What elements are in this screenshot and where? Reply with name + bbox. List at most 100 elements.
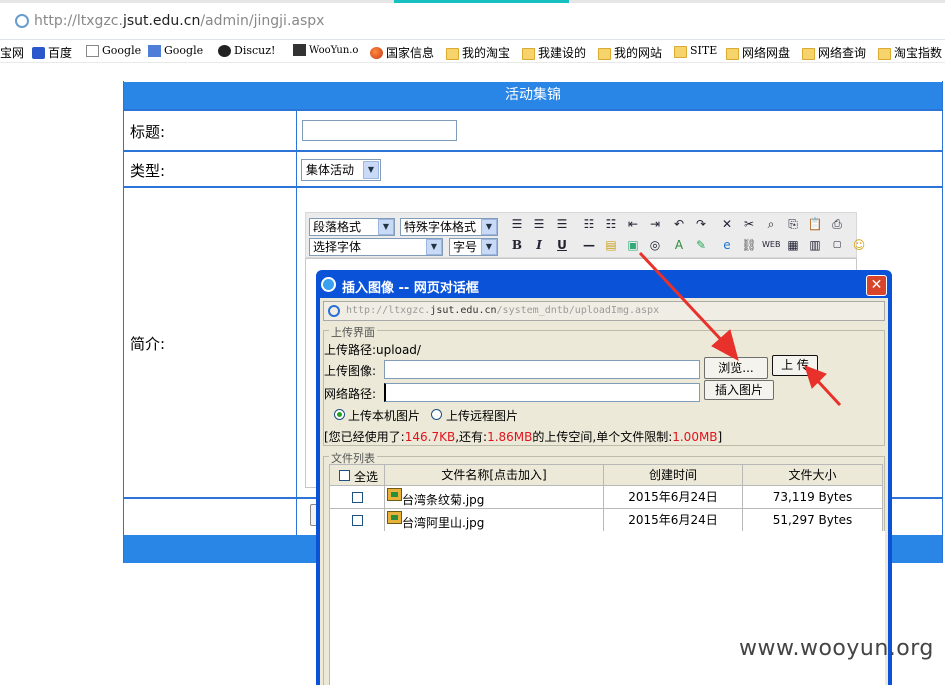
file-date-cell: 2015年6月24日	[603, 508, 743, 532]
redo-icon[interactable]: ↷	[692, 215, 710, 233]
indent-icon[interactable]: ⇥	[646, 215, 664, 233]
ie-icon	[328, 305, 340, 317]
xhtml-icon[interactable]: ▢	[828, 236, 846, 254]
folder-icon	[446, 47, 459, 60]
globe-icon	[370, 46, 383, 59]
dialog-titlebar[interactable]: 插入图像 -- 网页对话框 ✕	[316, 270, 892, 298]
form-icon[interactable]: ▥	[806, 236, 824, 254]
delete-icon[interactable]: ✕	[718, 215, 736, 233]
bookmark-item[interactable]: Discuz!	[218, 44, 275, 57]
folder-icon	[598, 47, 611, 60]
link-icon[interactable]: ⛓	[740, 236, 758, 254]
select-all-checkbox[interactable]	[339, 470, 350, 481]
ie-icon	[321, 277, 336, 292]
bookmarks-bar: 宝网 百度 Google Google Discuz! WooYun.o 国家信…	[0, 41, 945, 63]
smiley-icon[interactable]: ☺	[850, 236, 868, 254]
table-row	[329, 508, 385, 532]
chevron-down-icon: ▼	[481, 219, 497, 235]
insert-image-dialog: 插入图像 -- 网页对话框 ✕ http://ltxgzc.jsut.edu.c…	[316, 270, 892, 685]
bookmark-item[interactable]: 网络网盘	[726, 44, 790, 61]
browse-button[interactable]: 浏览...	[704, 357, 768, 379]
underline-button[interactable]: U	[553, 236, 571, 254]
column-divider	[296, 109, 297, 535]
undo-icon[interactable]: ↶	[670, 215, 688, 233]
filename-header: 文件名称[点击加入]	[384, 464, 604, 486]
align-right-icon[interactable]: ☰	[553, 215, 571, 233]
insert-ie-icon[interactable]: e	[718, 236, 736, 254]
bookmark-item[interactable]: 网络查询	[802, 44, 866, 61]
align-left-icon[interactable]: ☰	[508, 215, 526, 233]
bookmark-item[interactable]: 我的网站	[598, 44, 662, 61]
form-header: 活动集锦	[124, 82, 942, 109]
upload-button[interactable]: 上 传	[772, 355, 818, 376]
insert-media-icon[interactable]: ◎	[646, 236, 664, 254]
horizontal-rule-icon[interactable]: —	[580, 236, 598, 254]
close-icon[interactable]: ✕	[866, 275, 887, 296]
bookmark-item[interactable]: 我的淘宝	[446, 44, 510, 61]
bookmark-item[interactable]: 我建设的	[522, 44, 586, 61]
row-divider	[124, 150, 942, 152]
form-footer-bar	[124, 535, 316, 563]
type-select[interactable]: 集体活动 ▼	[301, 159, 381, 181]
insert-image-icon[interactable]: ▣	[624, 236, 642, 254]
upload-file-input[interactable]	[384, 360, 700, 379]
title-input[interactable]	[302, 120, 457, 141]
bookmark-item[interactable]: 宝网	[0, 44, 24, 61]
insert-folder-icon[interactable]: ▤	[602, 236, 620, 254]
bookmark-item[interactable]: SITE	[674, 44, 717, 58]
bullet-list-icon[interactable]: ☷	[580, 215, 598, 233]
upload-path-label: 上传路径:upload/	[324, 343, 421, 357]
font-size-select[interactable]: 字号 ▼	[449, 238, 498, 256]
bookmark-item[interactable]: 淘宝指数	[878, 44, 942, 61]
title-label: 标题:	[130, 123, 166, 141]
bookmark-item[interactable]: Google	[86, 44, 141, 57]
image-file-icon	[387, 488, 402, 501]
form-footer-bar	[892, 535, 942, 563]
italic-button[interactable]: I	[530, 236, 548, 254]
address-bar[interactable]: http://ltxgzc.jsut.edu.cn/admin/jingji.a…	[0, 0, 945, 40]
file-checkbox[interactable]	[352, 515, 363, 526]
insert-image-button[interactable]: 插入图片	[704, 380, 774, 400]
discuz-icon	[218, 44, 231, 57]
font-color-icon[interactable]: A	[670, 236, 688, 254]
select-all-header[interactable]: 全选	[329, 464, 385, 486]
special-font-select[interactable]: 特殊字体格式 ▼	[400, 218, 498, 236]
print-icon[interactable]: ⎙	[828, 215, 846, 233]
bold-button[interactable]: B	[508, 236, 526, 254]
bookmark-item[interactable]: WooYun.o	[293, 44, 358, 56]
folder-icon	[726, 47, 739, 60]
find-icon[interactable]: ⌕	[762, 215, 780, 233]
type-label: 类型:	[130, 162, 166, 180]
table-border	[942, 81, 943, 563]
network-path-input[interactable]	[384, 383, 700, 402]
cut-icon[interactable]: ✂	[740, 215, 758, 233]
numbered-list-icon[interactable]: ☷	[602, 215, 620, 233]
highlight-icon[interactable]: ✎	[692, 236, 710, 254]
file-checkbox[interactable]	[352, 492, 363, 503]
url-text[interactable]: http://ltxgzc.jsut.edu.cn/admin/jingji.a…	[34, 13, 324, 29]
paragraph-format-select[interactable]: 段落格式 ▼	[309, 218, 395, 236]
outdent-icon[interactable]: ⇤	[624, 215, 642, 233]
watermark: www.wooyun.org	[739, 636, 934, 661]
file-name-cell[interactable]: 台湾阿里山.jpg	[384, 508, 604, 532]
paste-icon[interactable]: 📋	[806, 215, 824, 233]
radio-local[interactable]	[334, 409, 345, 420]
web-icon[interactable]: WEB	[762, 236, 780, 254]
created-header: 创建时间	[603, 464, 743, 486]
align-center-icon[interactable]: ☰	[530, 215, 548, 233]
table-icon[interactable]: ▦	[784, 236, 802, 254]
row-divider	[124, 109, 942, 111]
radio-local-label[interactable]: 上传本机图片	[348, 407, 420, 424]
dialog-url: http://ltxgzc.jsut.edu.cn/system_dntb/up…	[323, 301, 885, 321]
radio-remote[interactable]	[431, 409, 442, 420]
copy-icon[interactable]: ⎘	[784, 215, 802, 233]
radio-remote-label[interactable]: 上传远程图片	[446, 407, 518, 424]
bookmark-item[interactable]: 百度	[32, 44, 72, 61]
file-name-cell[interactable]: 台湾条纹菊.jpg	[384, 485, 604, 509]
table-border	[123, 81, 124, 563]
file-date-cell: 2015年6月24日	[603, 485, 743, 509]
bookmark-item[interactable]: 国家信息	[370, 44, 434, 61]
font-select[interactable]: 选择字体 ▼	[309, 238, 443, 256]
bookmark-item[interactable]: Google	[148, 44, 203, 57]
upload-image-label: 上传图像:	[324, 364, 377, 378]
